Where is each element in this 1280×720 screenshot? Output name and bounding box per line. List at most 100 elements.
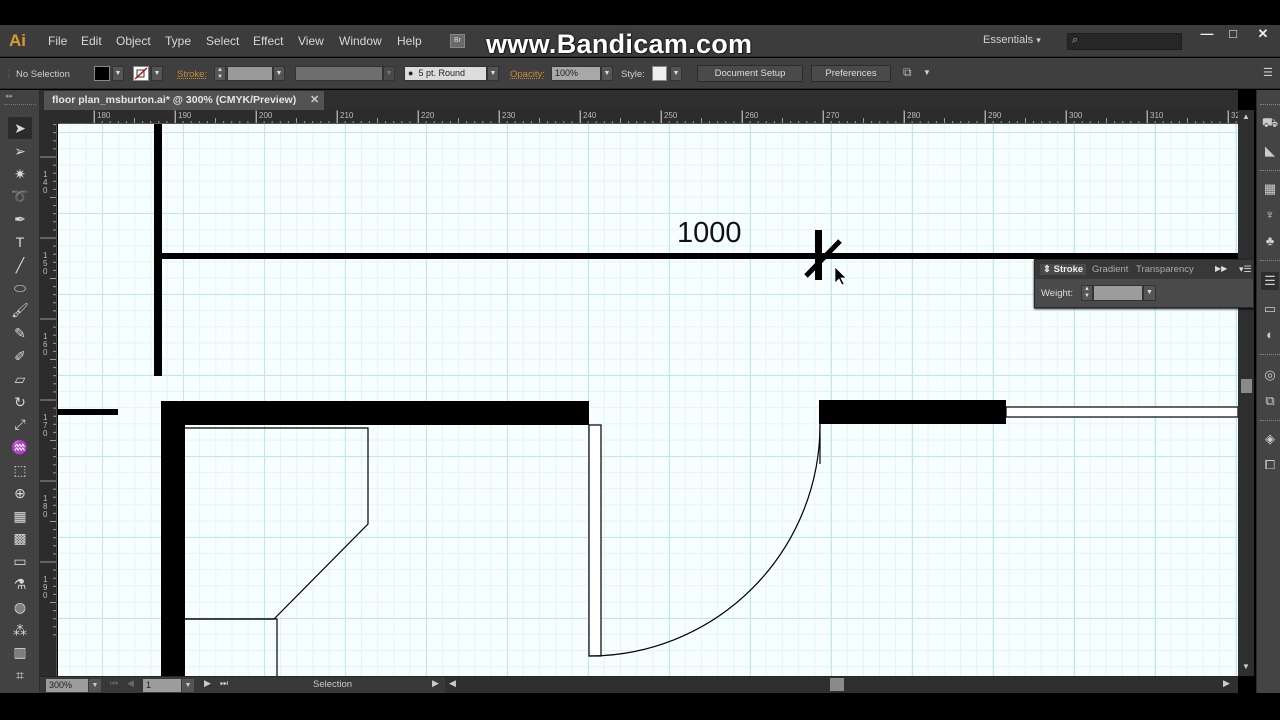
graphic-styles-icon[interactable]: ⛟ (1261, 114, 1279, 132)
stroke-panel-icon[interactable]: ☰ (1261, 272, 1279, 290)
current-tool-status[interactable]: Selection (313, 679, 352, 690)
horizontal-ruler[interactable]: 180 190 200 210 220 230 240 250 260 270 280 290 300 3… (58, 110, 1238, 124)
lasso-tool[interactable]: ➰ (8, 185, 32, 207)
scroll-left-arrow-icon[interactable]: ◀ (449, 678, 456, 689)
artboard-tool[interactable]: ⌗ (8, 664, 32, 686)
previous-artboard-icon[interactable]: ◀ (127, 678, 134, 689)
bridge-icon[interactable]: Br (450, 34, 465, 48)
symbol-sprayer-tool[interactable]: ⁂ (8, 619, 32, 641)
direct-selection-tool[interactable]: ➢ (8, 140, 32, 162)
stroke-dropdown[interactable]: ▼ (151, 66, 163, 81)
layers-icon[interactable]: ◈ (1261, 430, 1279, 448)
magic-wand-tool[interactable]: ✷ (8, 163, 32, 185)
scroll-right-arrow-icon[interactable]: ▶ (1223, 678, 1230, 689)
zoom-dropdown[interactable]: ▼ (89, 679, 101, 692)
menu-select[interactable]: Select (206, 34, 239, 48)
transparency-icon[interactable]: ◐ (1261, 326, 1279, 344)
scrollbar-thumb[interactable] (830, 678, 844, 691)
menu-object[interactable]: Object (116, 34, 151, 48)
menu-window[interactable]: Window (339, 34, 382, 48)
paintbrush-tool[interactable]: 🖌 (8, 299, 32, 321)
pencil-tool[interactable]: ✎ (8, 322, 32, 344)
swatches-icon[interactable]: ▦ (1261, 180, 1279, 198)
close-button[interactable]: ✕ (1250, 25, 1276, 45)
weight-stepper[interactable]: ▲ ▼ (1081, 285, 1093, 301)
help-search-input[interactable]: ⌕ (1067, 33, 1182, 50)
scale-tool[interactable]: ⤢ (8, 413, 32, 435)
scrollbar-thumb[interactable] (1241, 379, 1252, 393)
vertical-scrollbar[interactable]: ▲ ▼ (1238, 110, 1254, 676)
stroke-label[interactable]: Stroke: (177, 69, 207, 80)
menu-help[interactable]: Help (397, 34, 422, 48)
opacity-dropdown[interactable]: ▼ (601, 66, 613, 81)
next-artboard-icon[interactable]: ▶ (204, 678, 211, 689)
vertical-ruler[interactable]: 140 150 160 170 180 190 (40, 124, 57, 676)
tab-gradient[interactable]: Gradient (1092, 264, 1128, 275)
symbols-icon[interactable]: ♣ (1261, 232, 1279, 250)
brushes-icon[interactable]: ♆ (1261, 206, 1279, 224)
free-transform-tool[interactable]: ⬚ (8, 459, 32, 481)
tab-transparency[interactable]: Transparency (1136, 264, 1194, 275)
selection-tool[interactable]: ➤ (8, 117, 32, 139)
minimize-button[interactable]: — (1194, 25, 1220, 45)
tab-stroke[interactable]: ⇕ Stroke (1040, 264, 1087, 275)
preferences-button[interactable]: Preferences (811, 65, 891, 82)
menu-effect[interactable]: Effect (253, 34, 283, 48)
zoom-field[interactable]: 300% (46, 679, 88, 692)
eyedropper-tool[interactable]: ⚗ (8, 573, 32, 595)
style-dropdown[interactable]: ▼ (670, 66, 682, 81)
artboards-icon[interactable]: ⧠ (1261, 456, 1279, 474)
rotate-tool[interactable]: ↻ (8, 391, 32, 413)
panel-menu-icon[interactable]: ☰ (1263, 66, 1273, 79)
menu-view[interactable]: View (298, 34, 324, 48)
ellipse-tool[interactable]: ⬭ (8, 277, 32, 299)
close-tab-icon[interactable]: ✕ (310, 91, 319, 110)
scroll-up-arrow-icon[interactable]: ▲ (1242, 112, 1250, 121)
brush-definition[interactable]: ● 5 pt. Round (404, 66, 487, 81)
blob-brush-tool[interactable]: ✐ (8, 345, 32, 367)
gradient-panel-icon[interactable]: ▭ (1261, 300, 1279, 318)
first-artboard-icon[interactable]: ⏮ (110, 678, 118, 689)
menu-edit[interactable]: Edit (81, 34, 102, 48)
opacity-label[interactable]: Opacity: (510, 69, 545, 80)
arrange-documents-icon[interactable]: ⧉ (903, 65, 912, 80)
gradient-swatch-icon[interactable]: ◣ (1261, 142, 1279, 160)
expand-panel-icon[interactable]: ▶▶ (1215, 264, 1227, 273)
stroke-weight-dropdown[interactable]: ▼ (273, 66, 285, 81)
document-setup-button[interactable]: Document Setup (697, 65, 803, 82)
fill-swatch[interactable] (94, 66, 110, 81)
chevron-down-icon[interactable]: ▼ (923, 68, 931, 77)
menu-file[interactable]: File (48, 34, 67, 48)
dimension-label[interactable]: 1000 (677, 217, 742, 250)
panel-grip[interactable] (4, 104, 36, 105)
align-icon[interactable]: ⧉ (1261, 392, 1279, 410)
eraser-tool[interactable]: ▱ (8, 368, 32, 390)
weight-dropdown[interactable]: ▼ (1143, 285, 1156, 301)
status-menu-arrow-icon[interactable]: ▶ (432, 678, 439, 689)
warp-tool[interactable]: ♒ (8, 436, 32, 458)
graphic-style-swatch[interactable] (652, 66, 667, 81)
profile-dropdown[interactable]: ▼ (383, 66, 395, 81)
dock-grip[interactable] (1260, 354, 1280, 356)
artboard-number-field[interactable]: 1 (143, 679, 181, 692)
blend-tool[interactable]: ◍ (8, 596, 32, 618)
shape-builder-tool[interactable]: ⊕ (8, 482, 32, 504)
mesh-tool[interactable]: ▩ (8, 527, 32, 549)
scroll-down-arrow-icon[interactable]: ▼ (1242, 662, 1250, 671)
column-graph-tool[interactable]: ▥ (8, 641, 32, 663)
last-artboard-icon[interactable]: ⏭ (220, 678, 228, 689)
appearance-icon[interactable]: ◎ (1261, 366, 1279, 384)
dock-grip[interactable] (1260, 420, 1280, 422)
panel-menu-icon[interactable]: ▾☰ (1239, 264, 1252, 275)
menu-type[interactable]: Type (165, 34, 191, 48)
stroke-weight-stepper[interactable]: ▲ ▼ (214, 66, 226, 81)
maximize-button[interactable]: □ (1220, 25, 1246, 45)
stroke-weight-field[interactable] (227, 66, 273, 81)
artboard-canvas[interactable]: 1000 (58, 124, 1238, 676)
fill-dropdown[interactable]: ▼ (112, 66, 124, 81)
dock-grip[interactable] (1260, 104, 1280, 106)
type-tool[interactable]: T (8, 231, 32, 253)
line-segment-tool[interactable]: ╱ (8, 254, 32, 276)
horizontal-scrollbar[interactable]: ◀ ▶ (445, 677, 1238, 693)
artboard-dropdown[interactable]: ▼ (182, 679, 194, 692)
